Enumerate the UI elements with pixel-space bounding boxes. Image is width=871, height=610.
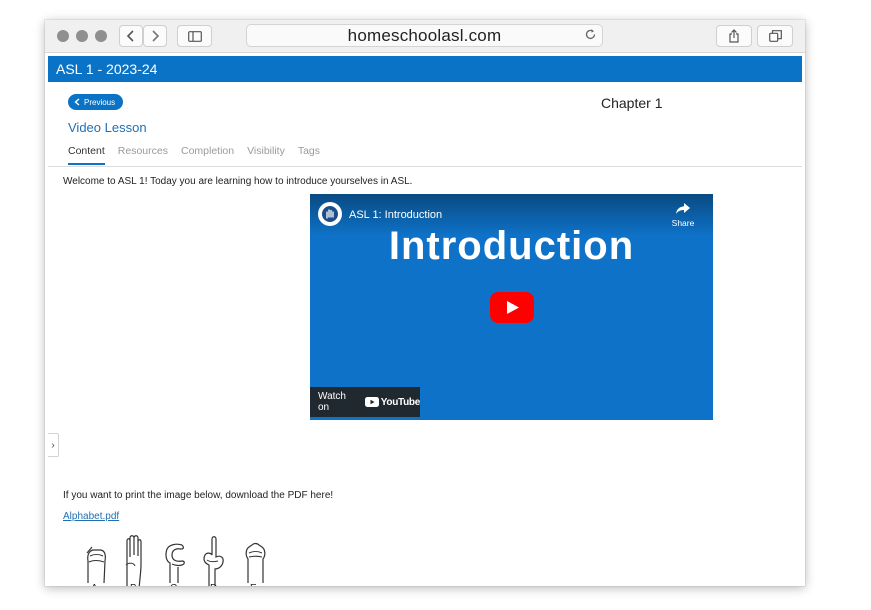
video-player[interactable]: ASL 1: Introduction Share Introduction W… — [310, 194, 713, 420]
tabs-divider — [48, 166, 802, 167]
youtube-logo: YouTube — [364, 396, 421, 408]
tabs-icon — [768, 30, 782, 42]
reload-icon — [585, 29, 596, 40]
lesson-title: Video Lesson — [68, 120, 147, 135]
youtube-icon — [364, 397, 379, 407]
previous-button[interactable]: Previous — [68, 94, 124, 110]
tab-content[interactable]: Content — [68, 145, 105, 165]
course-title-bar: ASL 1 - 2023-24 — [48, 56, 802, 82]
tab-tags[interactable]: Tags — [298, 145, 320, 165]
hand-letter-d: D — [210, 583, 217, 586]
welcome-text: Welcome to ASL 1! Today you are learning… — [63, 176, 413, 187]
hand-sign-d-icon — [203, 536, 224, 586]
zoom-window-button[interactable] — [95, 30, 107, 42]
share-button[interactable] — [716, 25, 752, 47]
tabs-button[interactable] — [757, 25, 793, 47]
chevron-right-icon: › — [51, 439, 55, 451]
hand-sign-c-icon — [165, 543, 185, 583]
asl-alphabet-image: A B C D E — [80, 535, 280, 586]
minimize-window-button[interactable] — [76, 30, 88, 42]
hand-letter-b: B — [130, 583, 137, 586]
hand-letter-a: A — [91, 583, 98, 586]
close-window-button[interactable] — [57, 30, 69, 42]
hand-letter-c: C — [170, 583, 177, 586]
share-icon — [729, 29, 739, 43]
forward-icon — [152, 30, 160, 42]
tab-resources[interactable]: Resources — [118, 145, 168, 165]
youtube-label: YouTube — [380, 396, 421, 408]
watch-on-youtube-button[interactable]: Watch on YouTube — [310, 387, 420, 417]
hand-sign-e-icon — [245, 542, 266, 583]
play-icon — [490, 292, 534, 323]
tab-visibility[interactable]: Visibility — [247, 145, 285, 165]
hand-sign-a-icon — [86, 546, 106, 584]
tab-completion[interactable]: Completion — [181, 145, 234, 165]
alphabet-pdf-link[interactable]: Alphabet.pdf — [63, 511, 119, 522]
side-panel-toggle[interactable]: › — [48, 433, 59, 457]
back-icon — [126, 30, 134, 42]
hand-letter-e: E — [250, 583, 257, 586]
browser-window: homeschoolasl.com ASL 1 - 2023-24 Previo… — [45, 20, 805, 586]
video-big-title: Introduction — [388, 224, 635, 268]
video-title[interactable]: ASL 1: Introduction — [349, 209, 442, 221]
previous-label: Previous — [84, 97, 116, 107]
url-text: homeschoolasl.com — [347, 26, 502, 45]
channel-logo-icon[interactable] — [318, 202, 342, 226]
chevron-left-icon — [74, 98, 80, 106]
address-bar[interactable]: homeschoolasl.com — [246, 24, 603, 47]
reload-button[interactable] — [584, 28, 597, 46]
share-arrow-icon — [676, 203, 690, 214]
watch-on-label: Watch on — [318, 391, 346, 413]
print-instructions: If you want to print the image below, do… — [63, 490, 334, 501]
sidebar-button[interactable] — [177, 25, 212, 47]
lesson-tabs: Content Resources Completion Visibility … — [68, 145, 320, 165]
back-button[interactable] — [119, 25, 143, 47]
forward-button[interactable] — [143, 25, 167, 47]
sidebar-icon — [187, 30, 202, 42]
chapter-title: Chapter 1 — [601, 95, 663, 111]
hand-sign-b-icon — [125, 535, 142, 586]
play-button[interactable] — [490, 292, 534, 328]
browser-toolbar: homeschoolasl.com — [45, 20, 805, 53]
